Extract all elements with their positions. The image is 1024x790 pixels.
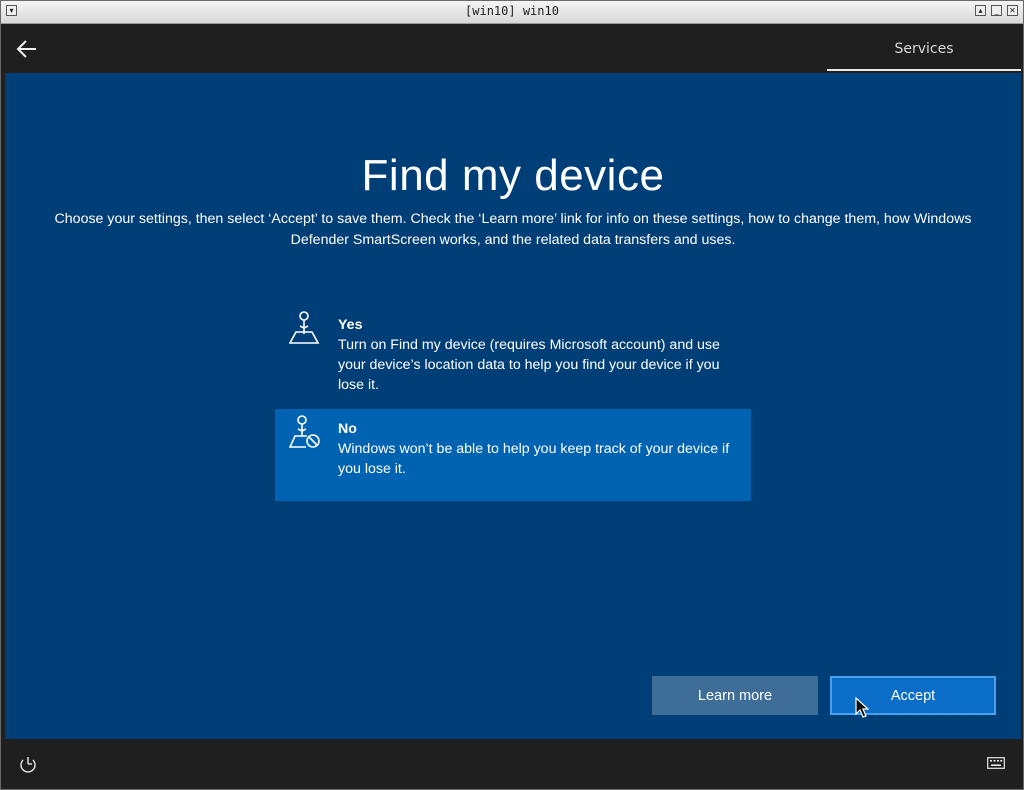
option-no-title: No [338, 421, 357, 437]
option-no-text: No Windows won’t be able to help you kee… [338, 419, 738, 479]
option-yes-text: Yes Turn on Find my device (requires Mic… [338, 315, 738, 395]
location-person-icon [289, 311, 320, 344]
page-title: Find my device [361, 151, 665, 200]
window-shade-icon[interactable]: ▴ [975, 5, 986, 16]
location-person-blocked-icon [289, 415, 320, 448]
oobe-header: Services [5, 25, 1021, 71]
tab-services: Services [894, 41, 954, 57]
window-titlebar: ▾ [win10] win10 ▴ _ ✕ [1, 1, 1023, 24]
ease-of-access-icon[interactable] [19, 755, 37, 773]
option-no-description: Windows won’t be able to help you keep t… [338, 441, 730, 477]
option-yes-title: Yes [338, 317, 363, 333]
arrow-left-icon [16, 40, 36, 58]
option-yes[interactable]: Yes Turn on Find my device (requires Mic… [275, 305, 751, 397]
option-yes-description: Turn on Find my device (requires Microso… [338, 337, 720, 393]
page-subtitle: Choose your settings, then select ‘Accep… [54, 211, 972, 248]
mouse-pointer-icon [855, 697, 870, 718]
tab-services-indicator [827, 69, 1021, 71]
keyboard-icon[interactable] [987, 757, 1005, 769]
window-close-icon[interactable]: ✕ [1007, 5, 1018, 16]
oobe-footer [5, 739, 1021, 787]
window-minimize-icon[interactable]: _ [991, 5, 1002, 16]
vm-window: ▾ [win10] win10 ▴ _ ✕ Services Find my d… [0, 0, 1024, 790]
main-content: Find my device Choose your settings, the… [5, 73, 1021, 739]
window-title: [win10] win10 [465, 4, 559, 18]
option-no[interactable]: No Windows won’t be able to help you kee… [275, 409, 751, 501]
learn-more-button[interactable]: Learn more [652, 676, 818, 715]
back-button[interactable] [13, 35, 41, 63]
